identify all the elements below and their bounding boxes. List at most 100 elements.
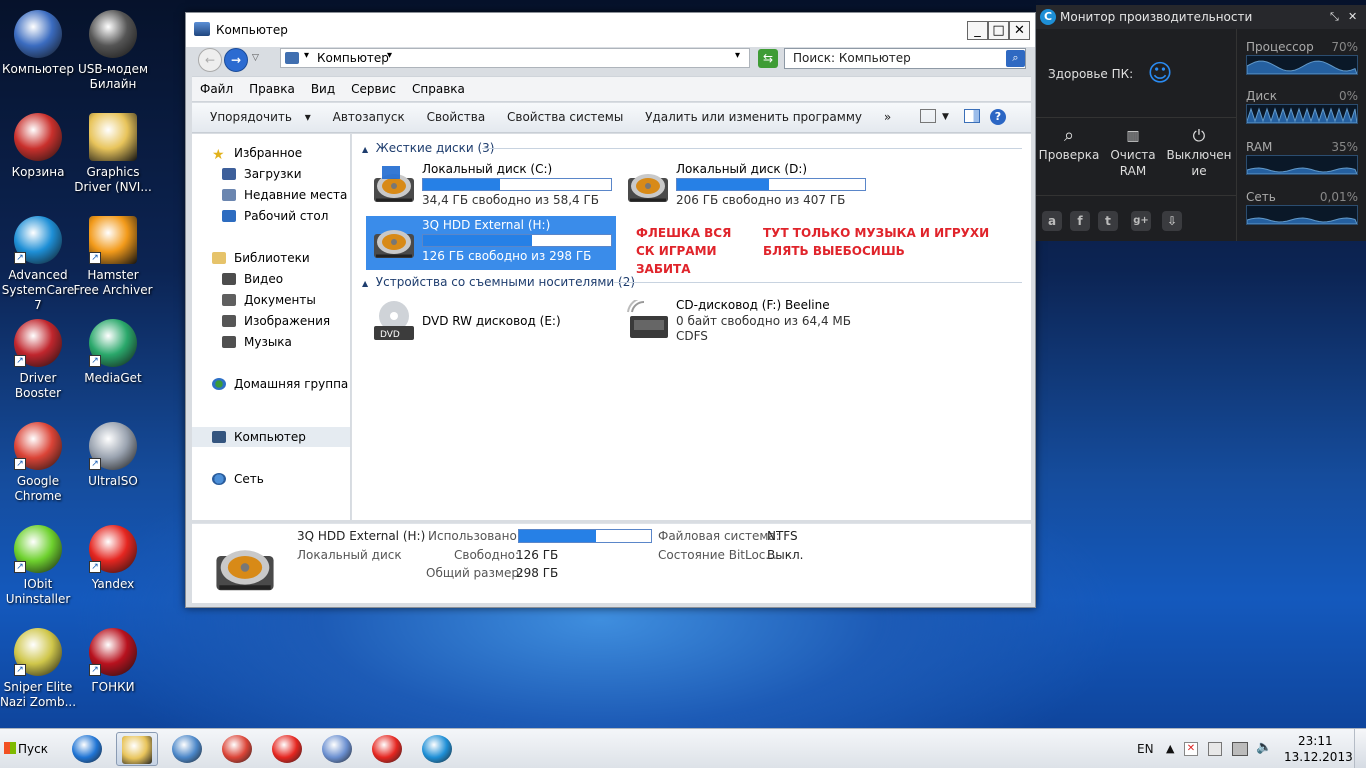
- nav-homegroup[interactable]: Домашняя группа: [212, 374, 348, 394]
- desktop-icon[interactable]: USB-модем Билайн: [73, 4, 153, 104]
- menu-item[interactable]: Правка: [241, 77, 303, 101]
- drive-name: Локальный диск (C:): [422, 162, 553, 176]
- advanced-systemcare-icon: ↗: [14, 216, 62, 264]
- refresh-button[interactable]: ⇆: [758, 49, 778, 68]
- system-properties-button[interactable]: Свойства системы: [498, 103, 632, 132]
- usb-tray-icon[interactable]: [1208, 742, 1222, 756]
- desktop-icon[interactable]: ↗ Yandex: [73, 519, 153, 619]
- hard-drives-group-header[interactable]: ▲ Жесткие диски (3): [362, 141, 495, 155]
- hard-drive-icon: [628, 174, 668, 202]
- address-dropdown-icon[interactable]: ▾: [735, 50, 740, 61]
- nav-downloads[interactable]: Загрузки: [222, 164, 302, 184]
- taskbar-app[interactable]: [116, 732, 158, 766]
- action-center-icon[interactable]: ✕: [1184, 742, 1198, 756]
- maximize-button[interactable]: □: [988, 21, 1009, 40]
- minimize-button[interactable]: _: [967, 21, 988, 40]
- svg-text:DVD: DVD: [380, 330, 400, 340]
- history-dropdown-icon[interactable]: ▽: [252, 53, 259, 63]
- forward-button[interactable]: →: [224, 48, 248, 72]
- view-options-icon[interactable]: [920, 109, 936, 123]
- menu-item[interactable]: Сервис: [343, 77, 404, 101]
- nav-network[interactable]: Сеть: [212, 469, 264, 489]
- address-crumb-chevron-icon[interactable]: ▾: [387, 50, 392, 61]
- properties-button[interactable]: Свойства: [418, 103, 495, 132]
- desktop-icon[interactable]: ↗ IObit Uninstaller: [0, 519, 78, 619]
- desktop-icon[interactable]: ↗ ГОНКИ: [73, 622, 153, 722]
- start-button[interactable]: Пуск: [2, 737, 54, 761]
- address-separator-icon[interactable]: ▾: [304, 50, 309, 61]
- preview-pane-icon[interactable]: [964, 109, 980, 123]
- title-bar[interactable]: Компьютер _ □ ✕: [186, 13, 1035, 47]
- nav-video[interactable]: Видео: [222, 269, 283, 289]
- desktop-icon[interactable]: ↗ Hamster Free Archiver: [73, 210, 153, 310]
- desktop-icon[interactable]: ↗ Driver Booster: [0, 313, 78, 413]
- desktop-icon[interactable]: ↗ UltraISO: [73, 416, 153, 516]
- shortcut-arrow-icon: ↗: [89, 664, 101, 676]
- google-plus-icon[interactable]: g+: [1131, 211, 1151, 231]
- ram-icon: ▥: [1126, 128, 1140, 144]
- facebook-icon[interactable]: f: [1070, 211, 1090, 231]
- uninstall-program-button[interactable]: Удалить или изменить программу: [636, 103, 871, 132]
- social-share-icon[interactable]: a: [1042, 211, 1062, 231]
- volume-tray-icon[interactable]: 🔈: [1256, 740, 1272, 755]
- nav-favorites[interactable]: ★ Избранное: [212, 143, 302, 163]
- drive-c[interactable]: Локальный диск (C:) 34,4 ГБ свободно из …: [366, 160, 616, 214]
- dvd-drive[interactable]: DVD DVD RW дисковод (E:): [366, 296, 616, 350]
- drive-d[interactable]: Локальный диск (D:) 206 ГБ свободно из 4…: [620, 160, 870, 214]
- show-hidden-icons[interactable]: ▲: [1166, 729, 1174, 768]
- view-dropdown-icon[interactable]: ▼: [942, 103, 949, 132]
- desktop-icon[interactable]: ↗ MediaGet: [73, 313, 153, 413]
- more-commands-button[interactable]: »: [875, 103, 900, 132]
- cd-drive[interactable]: CD-дисковод (F:) Beeline 0 байт свободно…: [620, 296, 870, 350]
- address-bar[interactable]: ▾ Компьютер ▾ ▾: [280, 48, 750, 68]
- nav-music[interactable]: Музыка: [222, 332, 292, 352]
- taskbar-app[interactable]: [416, 732, 458, 766]
- desktop-icon[interactable]: Компьютер: [0, 4, 78, 104]
- organize-button[interactable]: Упорядочить ▾: [192, 103, 320, 132]
- clock-time[interactable]: 23:11: [1298, 734, 1333, 748]
- taskbar-app[interactable]: [316, 732, 358, 766]
- desktop-icon[interactable]: Корзина: [0, 107, 78, 207]
- nav-libraries[interactable]: Библиотеки: [212, 248, 310, 268]
- nav-documents[interactable]: Документы: [222, 290, 316, 310]
- language-indicator[interactable]: EN: [1137, 729, 1154, 768]
- shortcut-arrow-icon: ↗: [14, 355, 26, 367]
- hamster-archiver-icon: ↗: [89, 216, 137, 264]
- search-input[interactable]: Поиск: Компьютер: [784, 48, 1026, 69]
- taskbar-app[interactable]: [166, 732, 208, 766]
- taskbar-app[interactable]: [266, 732, 308, 766]
- desktop-icon[interactable]: Graphics Driver (NVI...: [73, 107, 153, 207]
- help-icon[interactable]: ?: [990, 109, 1006, 125]
- close-button[interactable]: ✕: [1009, 21, 1030, 40]
- download-icon[interactable]: ⇩: [1162, 211, 1182, 231]
- clock-date[interactable]: 13.12.2013: [1284, 750, 1353, 764]
- nav-desktop[interactable]: Рабочий стол: [222, 206, 328, 226]
- nav-recent-places[interactable]: Недавние места: [222, 185, 347, 205]
- search-icon[interactable]: ⌕: [1006, 50, 1025, 67]
- menu-item[interactable]: Файл: [192, 77, 241, 101]
- widget-header[interactable]: C Монитор производительности ⤡ ✕: [1036, 5, 1366, 29]
- show-desktop-button[interactable]: [1354, 729, 1366, 768]
- desktop-icon[interactable]: ↗ Advanced SystemCare 7: [0, 210, 78, 312]
- desktop-icon[interactable]: ↗ Sniper Elite Nazi Zomb...: [0, 622, 78, 722]
- removable-group-header[interactable]: ▲ Устройства со съемными носителями (2): [362, 275, 635, 289]
- drive-h-selected[interactable]: 3Q HDD External (H:) 126 ГБ свободно из …: [366, 216, 616, 270]
- close-widget-icon[interactable]: ✕: [1348, 5, 1357, 29]
- taskbar-app[interactable]: [366, 732, 408, 766]
- group-divider: [614, 282, 1022, 283]
- taskbar-app[interactable]: [216, 732, 258, 766]
- autoplay-button[interactable]: Автозапуск: [324, 103, 414, 132]
- twitter-icon[interactable]: t: [1098, 211, 1118, 231]
- shutdown-button[interactable]: ⏻ Выключение: [1166, 125, 1232, 179]
- nav-images[interactable]: Изображения: [222, 311, 330, 331]
- scan-button[interactable]: ⌕ Проверка: [1038, 125, 1100, 163]
- collapse-widget-icon[interactable]: ⤡: [1330, 5, 1339, 29]
- menu-item[interactable]: Справка: [404, 77, 473, 101]
- network-tray-icon[interactable]: [1232, 742, 1248, 756]
- desktop-icon[interactable]: ↗ Google Chrome: [0, 416, 78, 516]
- clean-ram-button[interactable]: ▥ Очиста RAM: [1102, 125, 1164, 179]
- nav-computer[interactable]: Компьютер: [212, 427, 306, 447]
- taskbar-app[interactable]: [66, 732, 108, 766]
- menu-item[interactable]: Вид: [303, 77, 343, 101]
- back-button[interactable]: ←: [198, 48, 222, 72]
